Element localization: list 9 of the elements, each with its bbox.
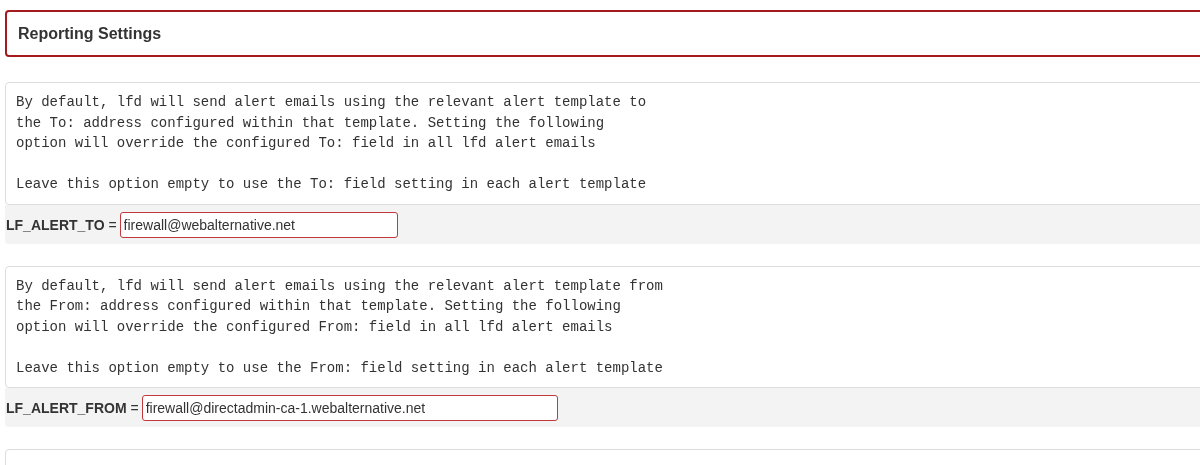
section-title: Reporting Settings bbox=[18, 24, 162, 43]
setting-label: LF_ALERT_TO = bbox=[6, 216, 117, 233]
input-field[interactable]: firewall@webalternative.net bbox=[119, 211, 398, 238]
description-text: By default, lfd will send alert emails using the relevant alert template to the To: address configured within that template. Setting the following option will override the configured To: field in all lfd alert emails bbox=[16, 93, 648, 153]
setting-label: LF_ALERT_FROM = bbox=[6, 400, 139, 416]
input-field[interactable]: firewall@directadmin-ca-1.webalternative.net bbox=[141, 395, 558, 421]
description-text: By default, lfd will send alert emails using the relevant alert template from the From: address configured within that template. Setting the following option will override the configured From: field in all lfd alert emails bbox=[16, 276, 664, 337]
description-text: Leave this option empty to use the From: field setting in each alert template bbox=[16, 358, 664, 378]
description-text: Leave this option empty to use the To: field setting in each alert template bbox=[16, 175, 648, 194]
